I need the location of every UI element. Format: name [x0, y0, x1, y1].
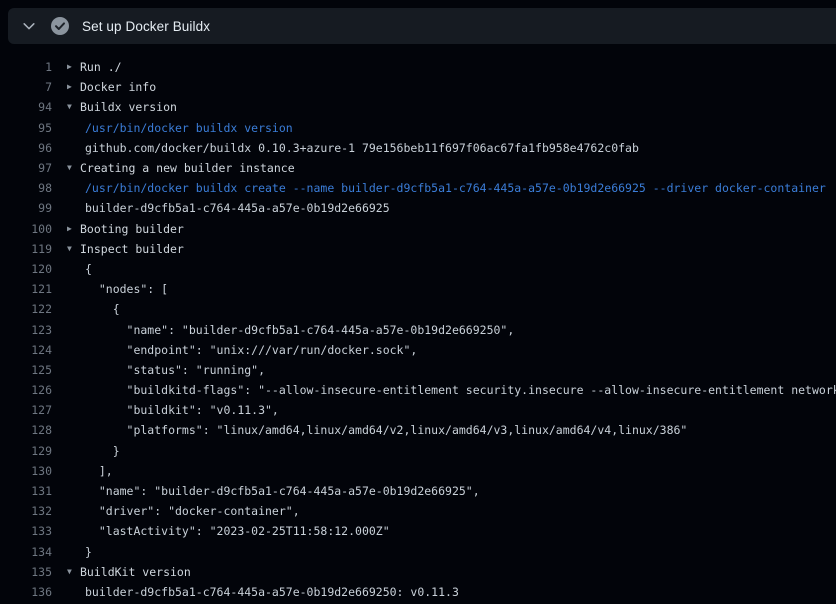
log-line-row: 123 "name": "builder-d9cfb5a1-c764-445a-… [0, 319, 836, 339]
log-line-row: 122 { [0, 299, 836, 319]
log-line-row: 130 ], [0, 461, 836, 481]
chevron-down-icon[interactable] [17, 14, 41, 38]
line-number[interactable]: 7 [0, 80, 52, 94]
output-text: } [85, 545, 92, 559]
group-label: Creating a new builder instance [80, 161, 295, 175]
output-text: "name": "builder-d9cfb5a1-c764-445a-a57e… [85, 323, 514, 337]
step-title: Set up Docker Buildx [82, 19, 210, 34]
triangle-right-icon: ▶ [67, 225, 80, 233]
log-line-row: 96 github.com/docker/buildx 0.10.3+azure-… [0, 138, 836, 158]
output-text: "endpoint": "unix:///var/run/docker.sock… [85, 343, 417, 357]
check-circle-icon [50, 16, 70, 36]
log-line-row: 120 { [0, 259, 836, 279]
log-line-row: 95/usr/bin/docker buildx version [0, 118, 836, 138]
log-group-row[interactable]: 97 ▼Creating a new builder instance [0, 158, 836, 178]
log-line-row: 134} [0, 542, 836, 562]
line-number[interactable]: 95 [0, 121, 52, 135]
log-group-row[interactable]: 135 ▼BuildKit version [0, 562, 836, 582]
group-label: Docker info [80, 80, 156, 94]
group-label: Booting builder [80, 222, 184, 236]
triangle-right-icon: ▶ [67, 83, 80, 91]
line-number[interactable]: 97 [0, 161, 52, 175]
triangle-down-icon: ▼ [67, 568, 80, 576]
log-group-row[interactable]: 119 ▼Inspect builder [0, 239, 836, 259]
output-text: } [85, 444, 120, 458]
line-number[interactable]: 98 [0, 181, 52, 195]
triangle-down-icon: ▼ [67, 164, 80, 172]
output-text: "platforms": "linux/amd64,linux/amd64/v2… [85, 423, 687, 437]
line-number[interactable]: 128 [0, 423, 52, 437]
log-line-row: 126 "buildkitd-flags": "--allow-insecure… [0, 380, 836, 400]
group-label: Run ./ [80, 60, 122, 74]
log-line-row: 127 "buildkit": "v0.11.3", [0, 400, 836, 420]
log-group-row[interactable]: 7 ▶Docker info [0, 77, 836, 97]
group-label: Buildx version [80, 100, 177, 114]
log-group-row[interactable]: 100 ▶Booting builder [0, 219, 836, 239]
line-number[interactable]: 125 [0, 363, 52, 377]
log-line-row: 124 "endpoint": "unix:///var/run/docker.… [0, 340, 836, 360]
line-number[interactable]: 129 [0, 444, 52, 458]
log-group-row[interactable]: 94 ▼Buildx version [0, 97, 836, 117]
log-line-row: 132 "driver": "docker-container", [0, 501, 836, 521]
chevron-down-glyph [22, 19, 36, 33]
line-number[interactable]: 134 [0, 545, 52, 559]
triangle-down-icon: ▼ [67, 103, 80, 111]
output-text: "buildkit": "v0.11.3", [85, 403, 279, 417]
line-number[interactable]: 99 [0, 201, 52, 215]
line-number[interactable]: 126 [0, 383, 52, 397]
step-header[interactable]: Set up Docker Buildx [8, 8, 836, 44]
log-line-row: 131 "name": "builder-d9cfb5a1-c764-445a-… [0, 481, 836, 501]
line-number[interactable]: 123 [0, 323, 52, 337]
command-text: /usr/bin/docker buildx create --name bui… [85, 181, 826, 195]
line-number[interactable]: 135 [0, 565, 52, 579]
command-text: /usr/bin/docker buildx version [85, 121, 293, 135]
log-viewer: 1▶Run ./7▶Docker info94▼Buildx version95… [0, 57, 836, 604]
line-number[interactable]: 119 [0, 242, 52, 256]
log-line-row: 136 builder-d9cfb5a1-c764-445a-a57e-0b19d… [0, 582, 836, 602]
line-number[interactable]: 130 [0, 464, 52, 478]
line-number[interactable]: 132 [0, 504, 52, 518]
output-text: "buildkitd-flags": "--allow-insecure-ent… [85, 383, 836, 397]
output-text: { [85, 302, 120, 316]
line-number[interactable]: 131 [0, 484, 52, 498]
group-label: BuildKit version [80, 565, 191, 579]
log-line-row: 98/usr/bin/docker buildx create --name b… [0, 178, 836, 198]
output-text: github.com/docker/buildx 0.10.3+azure-1 … [85, 141, 639, 155]
line-number[interactable]: 100 [0, 222, 52, 236]
output-text: "nodes": [ [85, 282, 168, 296]
line-number[interactable]: 136 [0, 585, 52, 599]
log-line-row: 128 "platforms": "linux/amd64,linux/amd6… [0, 420, 836, 440]
log-line-row: 133 "lastActivity": "2023-02-25T11:58:12… [0, 521, 836, 541]
group-label: Inspect builder [80, 242, 184, 256]
output-text: "status": "running", [85, 363, 265, 377]
output-text: "driver": "docker-container", [85, 504, 300, 518]
output-text: builder-d9cfb5a1-c764-445a-a57e-0b19d2e6… [85, 585, 459, 599]
line-number[interactable]: 1 [0, 60, 52, 74]
log-group-row[interactable]: 1 ▶Run ./ [0, 57, 836, 77]
line-number[interactable]: 124 [0, 343, 52, 357]
line-number[interactable]: 127 [0, 403, 52, 417]
line-number[interactable]: 133 [0, 524, 52, 538]
triangle-down-icon: ▼ [67, 245, 80, 253]
triangle-right-icon: ▶ [67, 63, 80, 71]
log-line-row: 121 "nodes": [ [0, 279, 836, 299]
output-text: ], [85, 464, 113, 478]
line-number[interactable]: 96 [0, 141, 52, 155]
line-number[interactable]: 122 [0, 302, 52, 316]
log-line-row: 129 } [0, 441, 836, 461]
line-number[interactable]: 120 [0, 262, 52, 276]
log-line-row: 125 "status": "running", [0, 360, 836, 380]
log-line-row: 99 builder-d9cfb5a1-c764-445a-a57e-0b19d2… [0, 198, 836, 218]
output-text: { [85, 262, 92, 276]
output-text: "name": "builder-d9cfb5a1-c764-445a-a57e… [85, 484, 480, 498]
line-number[interactable]: 94 [0, 100, 52, 114]
output-text: "lastActivity": "2023-02-25T11:58:12.000… [85, 524, 390, 538]
line-number[interactable]: 121 [0, 282, 52, 296]
output-text: builder-d9cfb5a1-c764-445a-a57e-0b19d2e6… [85, 201, 390, 215]
